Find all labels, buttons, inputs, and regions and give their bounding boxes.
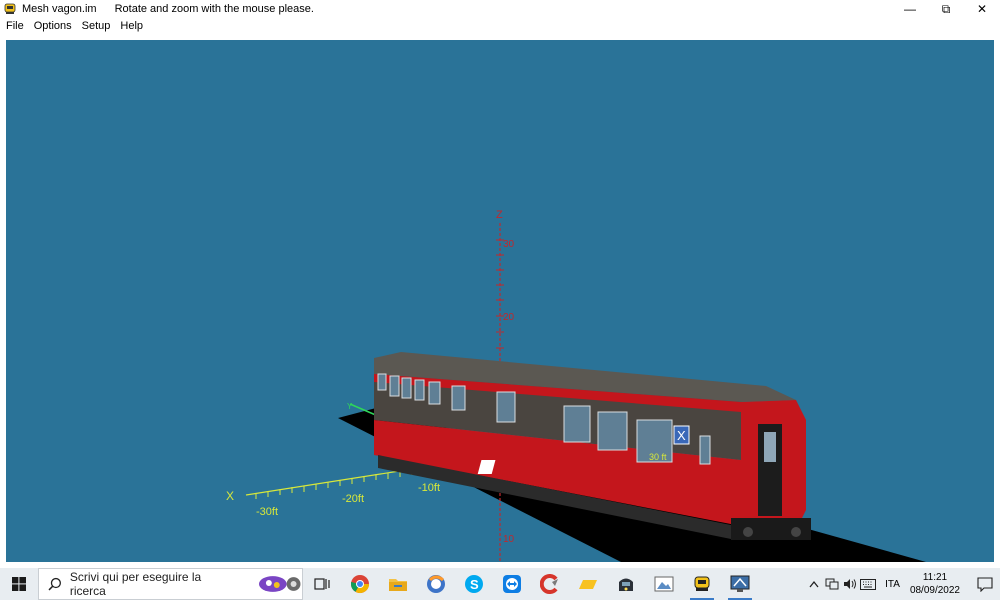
railcar-badge-text: X (677, 428, 686, 443)
window-hint: Rotate and zoom with the mouse please. (114, 3, 314, 15)
x-axis-label: X (226, 489, 234, 503)
search-icon (48, 577, 61, 591)
minimize-button[interactable]: — (892, 0, 928, 18)
clock-date: 08/09/2022 (909, 585, 960, 596)
skype-icon[interactable]: S (455, 568, 493, 600)
language-indicator[interactable]: ITA (885, 579, 900, 590)
ccleaner-icon[interactable] (531, 568, 569, 600)
network-icon[interactable] (823, 578, 841, 590)
z-axis-label: Z (496, 209, 503, 221)
taskbar: Scrivi qui per eseguire la ricerca S ITA… (0, 568, 1000, 600)
mesh-tool-icon[interactable] (721, 568, 759, 600)
window-controls: — ⧉ ✕ (892, 0, 1000, 18)
volume-icon[interactable] (841, 578, 859, 590)
search-box[interactable]: Scrivi qui per eseguire la ricerca (38, 568, 303, 600)
menu-help[interactable]: Help (116, 20, 147, 32)
3d-viewport[interactable]: Z 30 20 10 X -30ft -20ft -10ft Y X 30 ft (6, 40, 994, 562)
window-title: Mesh vagon.im (22, 3, 97, 15)
clock-time: 11:21 (922, 572, 948, 583)
image-viewer-icon[interactable] (645, 568, 683, 600)
browser-icon[interactable] (417, 568, 455, 600)
railcar-end-door-window (764, 432, 776, 462)
teamviewer-icon[interactable] (493, 568, 531, 600)
railcar-door-window (699, 435, 711, 465)
close-button[interactable]: ✕ (964, 0, 1000, 18)
chevron-up-icon[interactable] (805, 580, 823, 588)
task-view-icon[interactable] (303, 568, 341, 600)
title-bar: Mesh vagon.im Rotate and zoom with the m… (0, 0, 1000, 18)
trainz-app-icon[interactable] (683, 568, 721, 600)
windows-logo-icon (12, 577, 26, 591)
z-tick-30: 30 (503, 239, 515, 250)
folder-icon[interactable] (569, 568, 607, 600)
z-tick-10: 10 (503, 534, 515, 545)
search-highlight-icon (258, 576, 301, 592)
railcar-tag: 30 ft (649, 452, 667, 462)
svg-text:S: S (470, 577, 479, 592)
start-button[interactable] (0, 568, 38, 600)
clock[interactable]: 11:21 08/09/2022 (910, 571, 960, 597)
menu-options[interactable]: Options (30, 20, 76, 32)
menu-setup[interactable]: Setup (78, 20, 115, 32)
system-tray: ITA 11:21 08/09/2022 (805, 568, 1000, 600)
scene-canvas[interactable]: Z 30 20 10 X -30ft -20ft -10ft Y X 30 ft (6, 40, 994, 562)
z-tick-20: 20 (503, 312, 515, 323)
chrome-icon[interactable] (341, 568, 379, 600)
notification-icon[interactable] (970, 576, 1000, 592)
train-sim-icon[interactable] (607, 568, 645, 600)
menu-bar: File Options Setup Help (0, 18, 1000, 34)
train-app-icon (4, 3, 16, 14)
menu-file[interactable]: File (2, 20, 28, 32)
keyboard-icon[interactable] (859, 578, 877, 590)
restore-button[interactable]: ⧉ (928, 0, 964, 18)
x-tick-20ft: -20ft (342, 493, 364, 505)
y-axis-label: Y (347, 402, 353, 411)
search-placeholder: Scrivi qui per eseguire la ricerca (69, 570, 202, 598)
file-explorer-icon[interactable] (379, 568, 417, 600)
x-tick-30ft: -30ft (256, 506, 278, 518)
x-tick-10ft: -10ft (418, 482, 440, 494)
